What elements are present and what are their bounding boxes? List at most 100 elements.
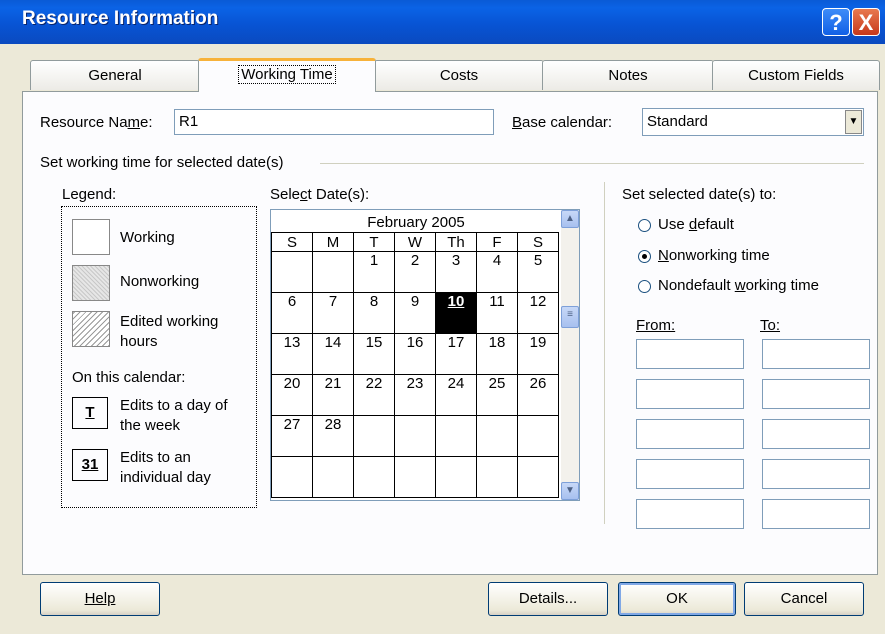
calendar-empty-cell <box>312 456 354 498</box>
edited-swatch <box>72 311 110 347</box>
calendar-day[interactable]: 8 <box>353 292 395 334</box>
calendar-day[interactable]: 13 <box>271 333 313 375</box>
chevron-down-icon[interactable]: ▼ <box>845 110 862 134</box>
nonworking-swatch <box>72 265 110 301</box>
calendar-day[interactable]: 15 <box>353 333 395 375</box>
radio-use-default[interactable]: Use default <box>638 216 734 233</box>
legend-edited-line1: Edited working <box>120 313 219 330</box>
from-field-5[interactable] <box>636 499 744 529</box>
tab-costs[interactable]: Costs <box>374 60 544 90</box>
calendar-day[interactable]: 2 <box>394 251 436 293</box>
legend-day-line1: Edits to an <box>120 449 191 466</box>
calendar-week: 12345 <box>271 251 559 293</box>
to-field-1[interactable] <box>762 339 870 369</box>
tab-general[interactable]: General <box>30 60 200 90</box>
weekday-header[interactable]: S <box>271 232 313 252</box>
weekday-header[interactable]: T <box>353 232 395 252</box>
legend-title: Legend: <box>62 186 117 203</box>
calendar[interactable]: February 2005 S M T W Th F S 1 2 3 4 5 6 7 8 9 10 11 12 13 1… <box>270 209 580 501</box>
calendar-day[interactable]: 21 <box>312 374 354 416</box>
calendar-day[interactable]: 16 <box>394 333 436 375</box>
calendar-day[interactable]: 17 <box>435 333 477 375</box>
calendar-day[interactable]: 28 <box>312 415 354 457</box>
cancel-button[interactable]: Cancel <box>744 582 864 616</box>
legend-nonworking: Nonworking <box>120 273 200 290</box>
calendar-scrollbar[interactable]: ▲ ≡ ▼ <box>561 210 579 500</box>
from-field-2[interactable] <box>636 379 744 409</box>
calendar-day[interactable]: 23 <box>394 374 436 416</box>
calendar-day[interactable]: 14 <box>312 333 354 375</box>
legend-day-line2: individual day <box>120 469 211 486</box>
calendar-day[interactable]: 5 <box>517 251 559 293</box>
calendar-empty-cell <box>476 456 518 498</box>
set-to-title: Set selected date(s) to: <box>622 186 777 203</box>
weekday-header[interactable]: S <box>517 232 559 252</box>
calendar-week: 6 7 8 9 10 11 12 <box>271 292 559 334</box>
calendar-day[interactable]: 1 <box>353 251 395 293</box>
scroll-up-icon[interactable]: ▲ <box>561 210 579 228</box>
calendar-empty-cell <box>517 415 559 457</box>
help-button[interactable]: Help <box>40 582 160 616</box>
dialog-body: General Working Time Costs Notes Custom … <box>22 44 885 634</box>
to-label: To: <box>760 317 781 334</box>
resource-name-input[interactable]: R1 <box>174 109 494 135</box>
tab-custom-fields[interactable]: Custom Fields <box>712 60 880 90</box>
base-calendar-label: Base calendar: <box>512 114 613 131</box>
tab-working-time[interactable]: Working Time <box>198 58 376 92</box>
group-title: Set working time for selected date(s) <box>40 154 284 171</box>
radio-nonworking-time[interactable]: Nonworking time <box>638 247 770 264</box>
day-edit-icon: 31 <box>72 449 108 481</box>
calendar-day[interactable]: 4 <box>476 251 518 293</box>
legend-edited-line2: hours <box>120 333 158 350</box>
base-calendar-select[interactable]: Standard ▼ <box>642 108 864 136</box>
to-field-3[interactable] <box>762 419 870 449</box>
resource-name-label: Resource Name: <box>40 114 153 131</box>
calendar-empty-cell <box>435 415 477 457</box>
calendar-day[interactable]: 25 <box>476 374 518 416</box>
help-title-button[interactable]: ? <box>822 8 850 36</box>
calendar-day[interactable]: 27 <box>271 415 313 457</box>
scroll-down-icon[interactable]: ▼ <box>561 482 579 500</box>
calendar-month: February 2005 <box>367 214 465 231</box>
weekday-header[interactable]: F <box>476 232 518 252</box>
ok-button[interactable]: OK <box>618 582 736 616</box>
calendar-day[interactable]: 9 <box>394 292 436 334</box>
details-button[interactable]: Details... <box>488 582 608 616</box>
tab-notes[interactable]: Notes <box>542 60 714 90</box>
close-button[interactable]: X <box>852 8 880 36</box>
calendar-day[interactable]: 24 <box>435 374 477 416</box>
calendar-day[interactable]: 10 <box>435 292 477 334</box>
calendar-day[interactable]: 7 <box>312 292 354 334</box>
calendar-grid[interactable]: S M T W Th F S 1 2 3 4 5 6 7 8 9 10 11 12 13 14 15 16 17 18 19 20 2… <box>271 232 559 498</box>
radio-button <box>638 219 651 232</box>
calendar-empty-cell <box>517 456 559 498</box>
calendar-day[interactable]: 6 <box>271 292 313 334</box>
to-field-5[interactable] <box>762 499 870 529</box>
calendar-week <box>271 456 559 498</box>
week-edit-icon: T <box>72 397 108 429</box>
weekday-header[interactable]: Th <box>435 232 477 252</box>
calendar-day[interactable]: 11 <box>476 292 518 334</box>
scroll-thumb[interactable]: ≡ <box>561 306 579 328</box>
calendar-empty-cell <box>271 251 313 293</box>
title-bar[interactable]: Resource Information ? X <box>0 0 885 44</box>
to-field-2[interactable] <box>762 379 870 409</box>
calendar-week: 13 14 15 16 17 18 19 <box>271 333 559 375</box>
from-field-1[interactable] <box>636 339 744 369</box>
weekday-header[interactable]: M <box>312 232 354 252</box>
from-field-3[interactable] <box>636 419 744 449</box>
from-field-4[interactable] <box>636 459 744 489</box>
group-separator <box>320 163 864 164</box>
calendar-day[interactable]: 22 <box>353 374 395 416</box>
calendar-day[interactable]: 26 <box>517 374 559 416</box>
calendar-day[interactable]: 12 <box>517 292 559 334</box>
weekday-header[interactable]: W <box>394 232 436 252</box>
calendar-empty-cell <box>271 456 313 498</box>
calendar-day[interactable]: 3 <box>435 251 477 293</box>
calendar-day[interactable]: 20 <box>271 374 313 416</box>
calendar-empty-cell <box>476 415 518 457</box>
to-field-4[interactable] <box>762 459 870 489</box>
radio-nondefault-working-time[interactable]: Nondefault working time <box>638 277 819 294</box>
calendar-day[interactable]: 19 <box>517 333 559 375</box>
calendar-day[interactable]: 18 <box>476 333 518 375</box>
